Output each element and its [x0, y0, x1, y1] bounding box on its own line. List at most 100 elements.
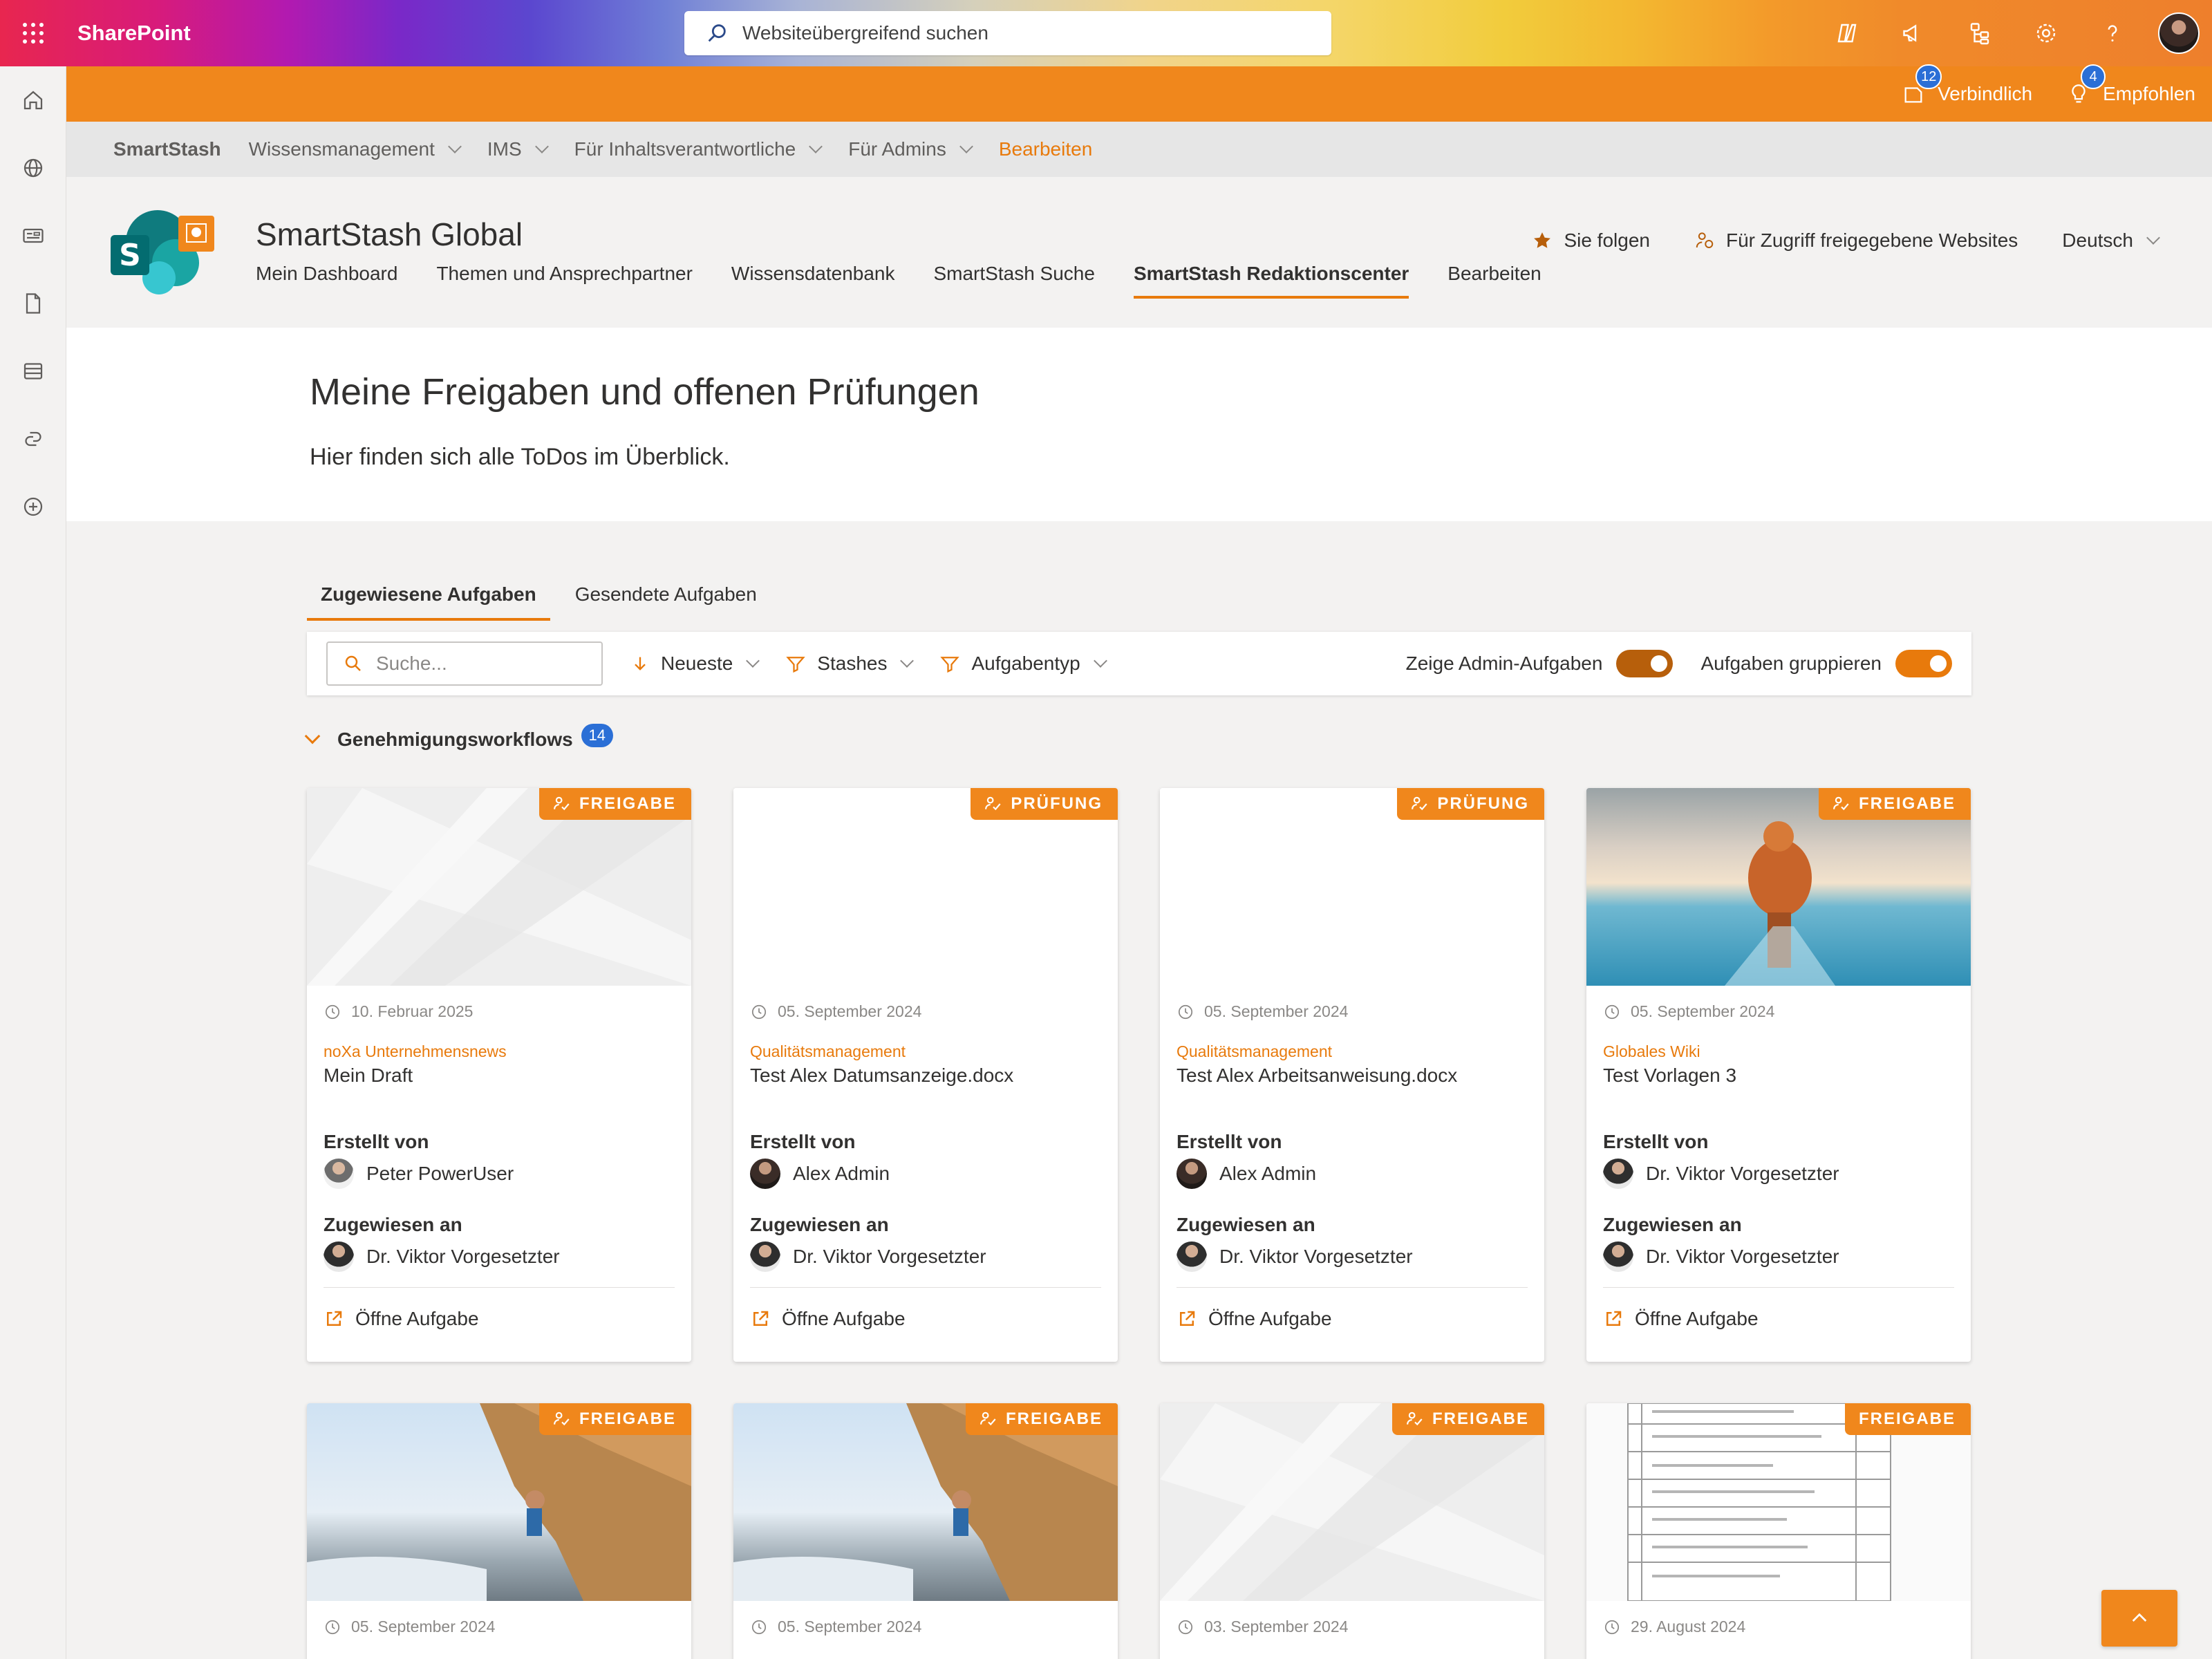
task-card[interactable]: FREIGABE 10. Februar 2025 noXa Unternehm… — [307, 788, 691, 1362]
star-icon — [1534, 232, 1551, 248]
task-card[interactable]: FREIGABE 29. August 2024 — [1586, 1403, 1971, 1659]
megaphone-icon — [1903, 24, 1917, 42]
assignee: Dr. Viktor Vorgesetzter — [324, 1241, 560, 1272]
open-task-link[interactable]: Öffne Aufgabe — [324, 1308, 479, 1330]
tab-sent-tasks[interactable]: Gesendete Aufgaben — [561, 574, 771, 621]
people-share-icon — [1696, 232, 1714, 248]
nav-search[interactable]: SmartStash Suche — [933, 263, 1094, 299]
appbar-lists[interactable] — [0, 337, 66, 405]
clock-icon — [1177, 1618, 1194, 1636]
loop-icon — [25, 431, 41, 447]
appbar-files[interactable] — [0, 270, 66, 337]
task-card[interactable]: PRÜFUNG 05. September 2024 Qualitätsmana… — [1160, 788, 1544, 1362]
copilot-button[interactable] — [1814, 0, 1880, 66]
stashes-filter-label: Stashes — [817, 653, 888, 674]
hub-item-ims[interactable]: IMS — [487, 138, 549, 160]
open-task-link[interactable]: Öffne Aufgabe — [1177, 1308, 1332, 1330]
site-title[interactable]: SmartStash Global — [256, 216, 523, 253]
org-button[interactable] — [1947, 0, 2013, 66]
add-icon — [24, 497, 43, 516]
card-category: Globales Wiki — [1603, 1042, 1700, 1060]
stashes-filter[interactable]: Stashes — [785, 653, 915, 675]
nav-editorial-center[interactable]: SmartStash Redaktionscenter — [1133, 263, 1409, 299]
home-icon — [24, 91, 43, 110]
scroll-to-top-button[interactable] — [2101, 1590, 2177, 1647]
filter-icon — [940, 657, 960, 673]
created-by-label: Erstellt von — [750, 1131, 856, 1152]
mandatory-link[interactable]: 12 Verbindlich — [1902, 64, 2032, 106]
assigned-to-label: Zugewiesen an — [324, 1214, 462, 1235]
app-launcher-button[interactable] — [0, 0, 66, 66]
avatar — [1177, 1241, 1207, 1272]
hub-edit-link[interactable]: Bearbeiten — [999, 138, 1092, 160]
appbar-home[interactable] — [0, 66, 66, 134]
copilot-icon — [1837, 24, 1857, 43]
sort-dropdown[interactable]: Neueste — [630, 653, 760, 675]
site-header: S SmartStash Global Mein Dashboard Theme… — [66, 177, 2212, 328]
appbar-news[interactable] — [0, 202, 66, 270]
task-card[interactable]: FREIGABE 05. September 2024 Globales Wik… — [1586, 788, 1971, 1362]
nav-dashboard[interactable]: Mein Dashboard — [256, 263, 397, 299]
recommended-link[interactable]: 4 Empfohlen — [2067, 64, 2195, 106]
hub-home-link[interactable]: SmartStash — [113, 138, 221, 160]
group-tasks-toggle[interactable] — [1895, 650, 1952, 677]
help-button[interactable] — [2079, 0, 2146, 66]
task-type-filter[interactable]: Aufgabentyp — [939, 653, 1107, 675]
avatar — [324, 1159, 354, 1189]
brand-label[interactable]: SharePoint — [77, 21, 191, 46]
tab-assigned-tasks[interactable]: Zugewiesene Aufgaben — [307, 574, 550, 621]
page-title: Meine Freigaben und offenen Prüfungen — [310, 371, 980, 413]
card-date: 05. September 2024 — [750, 1618, 921, 1636]
admin-tasks-toggle[interactable] — [1616, 650, 1674, 677]
hub-item-wissensmanagement[interactable]: Wissensmanagement — [249, 138, 462, 160]
appbar-loop[interactable] — [0, 405, 66, 473]
open-task-link[interactable]: Öffne Aufgabe — [750, 1308, 906, 1330]
site-logo[interactable]: S — [109, 206, 214, 297]
clock-icon — [750, 1618, 768, 1636]
assignee: Dr. Viktor Vorgesetzter — [1603, 1241, 1839, 1272]
group-header[interactable]: Genehmigungsworkflows 14 — [304, 724, 613, 751]
chevron-down-icon — [746, 654, 760, 668]
arrow-down-icon — [635, 657, 646, 671]
approval-icon — [1406, 1410, 1424, 1428]
announcements-button[interactable] — [1880, 0, 1947, 66]
chevron-down-icon — [447, 140, 462, 153]
nav-topics[interactable]: Themen und Ansprechpartner — [436, 263, 692, 299]
global-search-placeholder: Websiteübergreifend suchen — [742, 22, 988, 44]
task-card[interactable]: FREIGABE 05. September 2024 — [307, 1403, 691, 1659]
task-card[interactable]: PRÜFUNG 05. September 2024 Qualitätsmana… — [733, 788, 1118, 1362]
language-label: Deutsch — [2062, 229, 2133, 251]
card-title: Mein Draft — [324, 1065, 413, 1086]
task-card[interactable]: FREIGABE 03. September 2024 — [1160, 1403, 1544, 1659]
settings-button[interactable] — [2013, 0, 2079, 66]
appbar-sites[interactable] — [0, 134, 66, 202]
open-task-link[interactable]: Öffne Aufgabe — [1603, 1308, 1759, 1330]
card-divider — [1177, 1287, 1528, 1288]
task-type-badge: PRÜFUNG — [1397, 788, 1544, 820]
hub-item-admins[interactable]: Für Admins — [848, 138, 973, 160]
shared-sites-button[interactable]: Für Zugriff freigegebene Websites — [1694, 229, 2018, 252]
global-search-box[interactable]: Websiteübergreifend suchen — [684, 11, 1331, 55]
nav-edit[interactable]: Bearbeiten — [1447, 263, 1541, 299]
svg-text:S: S — [119, 238, 141, 273]
group-count-badge: 14 — [581, 724, 613, 747]
follow-button[interactable]: Sie folgen — [1532, 229, 1650, 252]
globe-icon — [24, 158, 43, 178]
assigned-to-label: Zugewiesen an — [1177, 1214, 1315, 1235]
account-button[interactable] — [2146, 0, 2212, 66]
assigned-to-label: Zugewiesen an — [1603, 1214, 1742, 1235]
hub-item-content-owners[interactable]: Für Inhaltsverantwortliche — [574, 138, 823, 160]
clock-icon — [1603, 1003, 1621, 1021]
language-dropdown[interactable]: Deutsch — [2062, 229, 2160, 252]
site-navigation: Mein Dashboard Themen und Ansprechpartne… — [256, 263, 1580, 299]
app-bar — [0, 66, 66, 1659]
task-card[interactable]: FREIGABE 05. September 2024 — [733, 1403, 1118, 1659]
nav-knowledge-base[interactable]: Wissensdatenbank — [731, 263, 895, 299]
open-external-icon — [1603, 1309, 1624, 1329]
task-type-filter-label: Aufgabentyp — [971, 653, 1080, 674]
mandatory-count-badge: 12 — [1915, 64, 1942, 89]
appbar-create[interactable] — [0, 473, 66, 541]
chevron-down-icon — [1093, 654, 1107, 668]
task-search-input[interactable]: Suche... — [326, 641, 603, 686]
chevron-down-icon — [900, 654, 915, 668]
